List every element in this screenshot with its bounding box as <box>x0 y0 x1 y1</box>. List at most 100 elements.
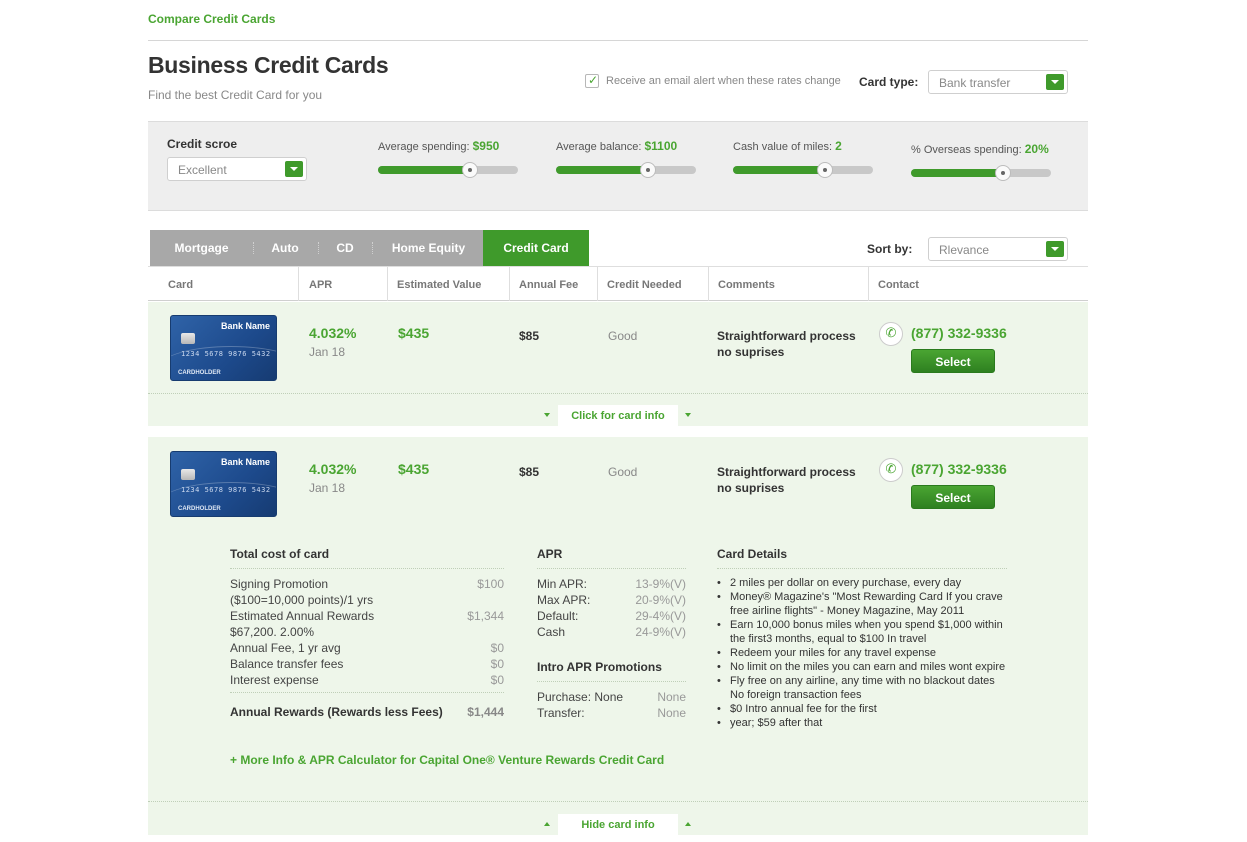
page-title: Business Credit Cards <box>148 52 389 78</box>
card-detail-item: Redeem your miles for any travel expense <box>730 647 937 659</box>
comment-line-1: Straightforward process <box>717 329 856 343</box>
more-info-apr-calculator-link[interactable]: + More Info & APR Calculator for Capital… <box>230 753 664 767</box>
apr-title: APR <box>537 547 563 561</box>
card-bank-name: Bank Name <box>220 321 270 331</box>
phone-icon: ✆ <box>879 322 903 346</box>
slider-fill <box>378 166 471 174</box>
credit-needed: Good <box>608 329 638 343</box>
intro-item-label: Purchase: None <box>537 690 624 704</box>
tab-divider <box>372 242 373 254</box>
average-balance-label: Average balance: $1100 <box>556 139 678 153</box>
apr-item-label: Min APR: <box>537 577 588 591</box>
hide-card-info-toggle[interactable]: Hide card info <box>558 814 678 836</box>
annual-fee: $85 <box>519 329 540 343</box>
caret-up-icon <box>685 822 691 826</box>
cost-item-label: Interest expense <box>230 673 319 687</box>
average-spending-slider[interactable] <box>378 162 518 178</box>
phone-number[interactable]: (877) 332-9336 <box>911 325 1007 341</box>
intro-item-value: None <box>657 690 686 704</box>
annual-rewards-value: $1,444 <box>467 705 504 719</box>
section-divider <box>537 681 686 682</box>
email-alert-checkbox[interactable]: ✓ <box>585 73 599 88</box>
tab-credit-card[interactable]: Credit Card <box>483 230 589 266</box>
card-detail-item: No foreign transaction fees <box>730 689 862 701</box>
average-balance-slider[interactable] <box>556 162 696 178</box>
sort-by-label: Sort by: <box>867 242 913 256</box>
overseas-spending-value: 20% <box>1024 142 1049 156</box>
average-balance-value: $1100 <box>644 139 678 153</box>
caret-down-icon <box>685 413 691 417</box>
tab-auto[interactable]: Auto <box>254 230 316 266</box>
tab-home-equity[interactable]: Home Equity <box>374 230 483 266</box>
column-header-card[interactable]: Card <box>168 279 193 291</box>
row-divider <box>148 393 1088 394</box>
card-detail-item: Money® Magazine's "Most Rewarding Card I… <box>730 591 1003 603</box>
card-detail-item: year; $59 after that <box>730 717 823 729</box>
sort-select[interactable]: Rlevance <box>928 237 1068 261</box>
tab-cd[interactable]: CD <box>320 230 370 266</box>
card-detail-bullet: • <box>717 619 721 631</box>
column-header-credit-needed[interactable]: Credit Needed <box>607 279 682 291</box>
column-header-comments[interactable]: Comments <box>718 279 775 291</box>
apr-date: Jan 18 <box>309 345 346 359</box>
apr-item-label: Max APR: <box>537 593 591 607</box>
column-header-contact[interactable]: Contact <box>878 279 919 291</box>
table-header: Card APR Estimated Value Annual Fee Cred… <box>148 266 1088 301</box>
column-divider <box>298 267 299 301</box>
tab-mortgage[interactable]: Mortgage <box>150 230 253 266</box>
column-divider <box>708 267 709 301</box>
intro-item-label: Transfer: <box>537 706 585 720</box>
column-header-apr[interactable]: APR <box>309 279 332 291</box>
card-holder: CARDHOLDER <box>178 506 221 512</box>
card-detail-item: free airline flights" - Money Magazine, … <box>730 605 965 617</box>
page-subtitle: Find the best Credit Card for you <box>148 88 323 102</box>
row-divider <box>148 801 1088 802</box>
section-divider <box>230 692 504 693</box>
annual-fee: $85 <box>519 465 540 479</box>
card-detail-bullet: • <box>717 675 721 687</box>
cost-item-label: Signing Promotion <box>230 577 329 591</box>
apr-item-value: 24-9%(V) <box>635 625 686 639</box>
credit-needed: Good <box>608 465 638 479</box>
select-button[interactable]: Select <box>911 485 995 509</box>
card-chip <box>181 333 195 344</box>
section-divider <box>717 568 1007 569</box>
credit-score-select[interactable]: Excellent <box>167 157 307 181</box>
card-detail-bullet: • <box>717 577 721 589</box>
compare-credit-cards-link[interactable]: Compare Credit Cards <box>148 12 275 26</box>
card-detail-item: Earn 10,000 bonus miles when you spend $… <box>730 619 1003 631</box>
cost-item-label: $67,200. 2.00% <box>230 625 315 639</box>
intro-apr-title: Intro APR Promotions <box>537 660 662 674</box>
estimated-value: $435 <box>398 325 430 341</box>
caret-up-icon <box>544 822 550 826</box>
select-button[interactable]: Select <box>911 349 995 373</box>
column-header-annual-fee[interactable]: Annual Fee <box>519 279 578 291</box>
phone-number[interactable]: (877) 332-9336 <box>911 461 1007 477</box>
apr-value: 4.032% <box>309 461 357 477</box>
total-cost-title: Total cost of card <box>230 547 330 561</box>
credit-score-value: Excellent <box>178 163 227 177</box>
card-type-select[interactable]: Bank transfer <box>928 70 1068 94</box>
annual-rewards-label: Annual Rewards (Rewards less Fees) <box>230 705 443 719</box>
credit-card-image: Bank Name 1234 5678 9876 5432 CARDHOLDER <box>170 451 277 517</box>
dropdown-arrow-icon <box>1046 74 1064 90</box>
apr-item-value: 13-9%(V) <box>635 577 686 591</box>
intro-item-value: None <box>657 706 686 720</box>
apr-date: Jan 18 <box>309 481 346 495</box>
column-divider <box>868 267 869 301</box>
cash-value-miles-slider[interactable] <box>733 162 873 178</box>
cash-value-miles-label: Cash value of miles: 2 <box>733 139 842 153</box>
phone-icon: ✆ <box>879 458 903 482</box>
card-details-title: Card Details <box>717 547 788 561</box>
slider-fill <box>556 166 649 174</box>
header-divider <box>148 40 1088 41</box>
card-detail-bullet: • <box>717 591 721 603</box>
average-spending-label: Average spending: $950 <box>378 139 500 153</box>
overseas-spending-slider[interactable] <box>911 165 1051 181</box>
dropdown-arrow-icon <box>1046 241 1064 257</box>
cost-item-value: $0 <box>490 673 504 687</box>
column-header-estimated-value[interactable]: Estimated Value <box>397 279 481 291</box>
slider-fill <box>911 169 1004 177</box>
click-for-card-info-toggle[interactable]: Click for card info <box>558 405 678 427</box>
cost-item-label: Estimated Annual Rewards <box>230 609 375 623</box>
